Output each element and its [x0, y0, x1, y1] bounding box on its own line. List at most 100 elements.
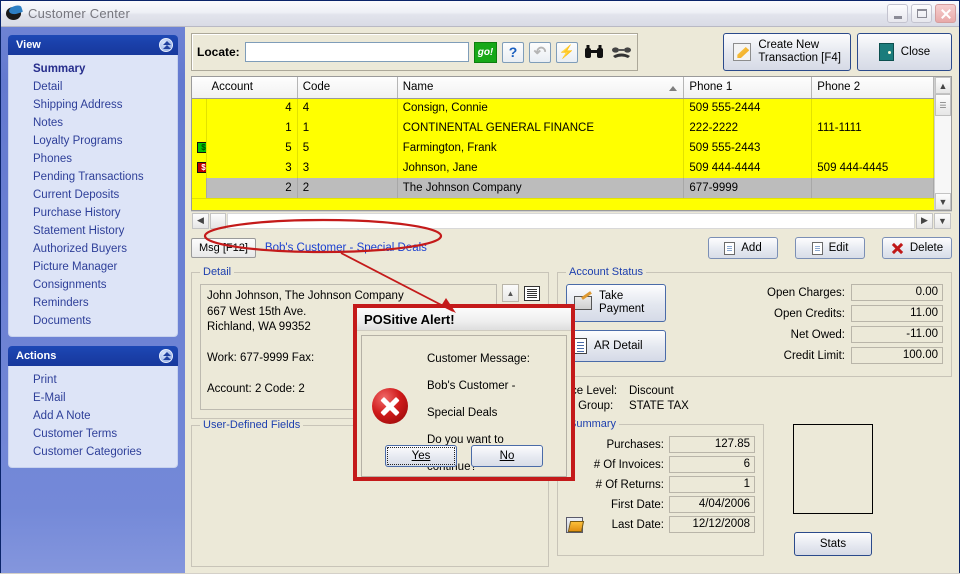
- customer-message-link[interactable]: Bob's Customer - Special Deals: [265, 242, 427, 254]
- add-button[interactable]: Add: [708, 237, 778, 259]
- yes-button[interactable]: Yes: [385, 445, 457, 467]
- view-panel: View Summary Detail Shipping Address Not…: [8, 35, 178, 337]
- telephone-icon[interactable]: [610, 42, 632, 63]
- search-input[interactable]: [244, 42, 469, 62]
- column-header-phone2[interactable]: Phone 2: [811, 77, 934, 99]
- chevron-up-icon[interactable]: [159, 349, 173, 363]
- view-panel-header[interactable]: View: [8, 35, 178, 55]
- sidebar-item-customer-terms[interactable]: Customer Terms: [9, 425, 177, 443]
- account-status-legend: Account Status: [569, 266, 643, 278]
- ar-detail-button[interactable]: AR Detail: [566, 330, 666, 362]
- hscroll-thumb[interactable]: [210, 212, 226, 229]
- sidebar-item-purchase-history[interactable]: Purchase History: [9, 204, 177, 222]
- delete-x-icon: [891, 242, 904, 255]
- dialog-body: Customer Message: Bob's Customer - Speci…: [361, 335, 567, 477]
- stats-button[interactable]: Stats: [794, 532, 872, 556]
- table-row[interactable]: $ 5 5 Farmington, Frank 509 555-2443: [192, 138, 934, 158]
- sidebar-item-current-deposits[interactable]: Current Deposits: [9, 186, 177, 204]
- refresh-icon[interactable]: ↶: [529, 41, 551, 63]
- sidebar-item-loyalty-programs[interactable]: Loyalty Programs: [9, 132, 177, 150]
- contact-card-icon[interactable]: [524, 286, 540, 301]
- credit-limit-label: Credit Limit:: [783, 349, 845, 362]
- sidebar-item-notes[interactable]: Notes: [9, 114, 177, 132]
- purchases-label: Purchases:: [606, 438, 664, 451]
- book-icon[interactable]: [566, 516, 583, 533]
- locate-box: Locate: go! ? ↶ ⚡: [191, 33, 638, 71]
- returns-value: 1: [669, 476, 755, 493]
- locate-label: Locate:: [197, 45, 240, 59]
- price-level-row: Price Level: Discount: [557, 384, 952, 399]
- close-window-button[interactable]: [935, 4, 956, 23]
- edit-button[interactable]: Edit: [795, 237, 865, 259]
- no-label: No: [499, 450, 515, 462]
- net-owed-label: Net Owed:: [790, 328, 845, 341]
- delete-button[interactable]: Delete: [882, 237, 952, 259]
- table-row[interactable]: $ 3 3 Johnson, Jane 509 444-4444 509 444…: [192, 158, 934, 178]
- column-header-account[interactable]: Account: [206, 77, 298, 99]
- help-icon[interactable]: ?: [502, 41, 524, 63]
- cell-code: 3: [297, 158, 398, 178]
- scroll-track[interactable]: ☰: [935, 94, 951, 193]
- sidebar-item-customer-categories[interactable]: Customer Categories: [9, 443, 177, 461]
- sidebar-item-pending-transactions[interactable]: Pending Transactions: [9, 168, 177, 186]
- detail-scroll-up-icon[interactable]: ▲: [502, 284, 519, 302]
- no-button[interactable]: No: [471, 445, 543, 467]
- table-row[interactable]: 1 1 CONTINENTAL GENERAL FINANCE 222-2222…: [192, 118, 934, 138]
- sidebar-item-authorized-buyers[interactable]: Authorized Buyers: [9, 240, 177, 258]
- column-header-phone1[interactable]: Phone 1: [683, 77, 813, 99]
- close-button[interactable]: Close: [857, 33, 952, 71]
- red-money-icon: $: [197, 162, 206, 174]
- field-open-charges: Open Charges: 0.00: [678, 284, 943, 301]
- first-date-value: 4/04/2006: [669, 496, 755, 513]
- table-row[interactable]: 4 4 Consign, Connie 509 555-2444: [192, 98, 934, 118]
- open-credits-label: Open Credits:: [774, 307, 845, 320]
- sidebar-item-statement-history[interactable]: Statement History: [9, 222, 177, 240]
- scroll-right-button[interactable]: ▶: [916, 212, 933, 229]
- net-owed-value: -11.00: [851, 326, 943, 343]
- scroll-left-button[interactable]: ◀: [192, 212, 209, 229]
- table-row[interactable]: 2 2 The Johnson Company 677-9999: [192, 178, 934, 198]
- column-header-name[interactable]: Name: [397, 77, 685, 99]
- msg-button[interactable]: Msg [F12]: [191, 238, 256, 258]
- sidebar-item-reminders[interactable]: Reminders: [9, 294, 177, 312]
- binoculars-icon[interactable]: [583, 42, 605, 63]
- maximize-button[interactable]: [911, 4, 932, 23]
- open-charges-value: 0.00: [851, 284, 943, 301]
- sidebar-item-documents[interactable]: Documents: [9, 312, 177, 330]
- view-panel-items: Summary Detail Shipping Address Notes Lo…: [8, 55, 178, 337]
- take-payment-button[interactable]: Take Payment: [566, 284, 666, 322]
- customer-picture-box[interactable]: [793, 424, 873, 514]
- vertical-scrollbar[interactable]: ▲ ☰ ▼: [934, 77, 951, 210]
- sidebar-item-phones[interactable]: Phones: [9, 150, 177, 168]
- minimize-button[interactable]: [887, 4, 908, 23]
- sidebar-item-consignments[interactable]: Consignments: [9, 276, 177, 294]
- hscroll-track[interactable]: [227, 212, 915, 229]
- main-content: Locate: go! ? ↶ ⚡ Create New Transaction…: [185, 27, 959, 573]
- horizontal-scrollbar[interactable]: ◀ ▶ ▼: [191, 211, 952, 229]
- create-new-transaction-button[interactable]: Create New Transaction [F4]: [723, 33, 851, 71]
- sidebar-item-picture-manager[interactable]: Picture Manager: [9, 258, 177, 276]
- scroll-thumb[interactable]: ☰: [935, 94, 951, 116]
- sidebar-item-email[interactable]: E-Mail: [9, 389, 177, 407]
- lightning-icon[interactable]: ⚡: [556, 41, 578, 63]
- cell-name: The Johnson Company: [397, 178, 685, 198]
- column-header-indicator: [192, 77, 207, 99]
- go-button[interactable]: go!: [474, 41, 497, 63]
- row-indicator: $: [192, 158, 207, 178]
- actions-panel-header[interactable]: Actions: [8, 346, 178, 366]
- scroll-down-button-2[interactable]: ▼: [934, 212, 951, 229]
- picture-column: Stats: [774, 418, 892, 556]
- take-payment-line1: Take: [599, 290, 624, 302]
- sidebar-item-summary[interactable]: Summary: [9, 60, 177, 78]
- sidebar-item-detail[interactable]: Detail: [9, 78, 177, 96]
- scroll-up-button[interactable]: ▲: [935, 77, 951, 94]
- sidebar-item-print[interactable]: Print: [9, 371, 177, 389]
- sidebar-item-shipping-address[interactable]: Shipping Address: [9, 96, 177, 114]
- chevron-up-icon[interactable]: [159, 38, 173, 52]
- sidebar-item-add-a-note[interactable]: Add A Note: [9, 407, 177, 425]
- summary-row-first-date: First Date: 4/04/2006: [566, 496, 755, 513]
- summary-row-purchases: Purchases: 127.85: [566, 436, 755, 453]
- returns-label: # Of Returns:: [595, 478, 664, 491]
- column-header-code[interactable]: Code: [297, 77, 398, 99]
- scroll-down-button[interactable]: ▼: [935, 193, 951, 210]
